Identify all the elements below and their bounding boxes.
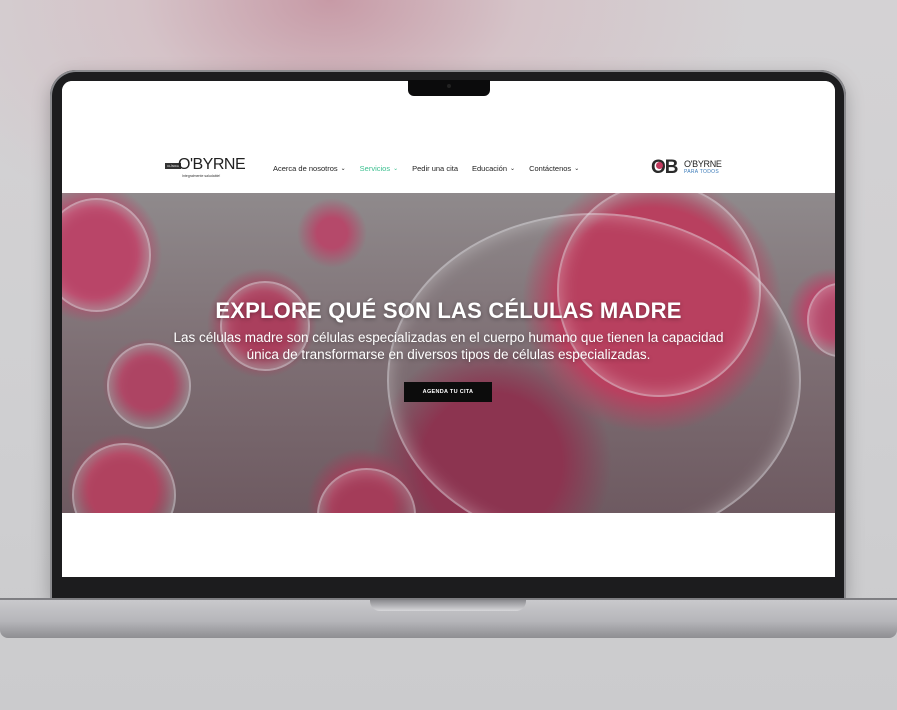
main-nav: Acerca de nosotros ⌄ Servicios ⌄ Pedir u… xyxy=(273,161,579,175)
cell-bubble xyxy=(62,198,151,312)
site-header: CLÍNICA O'BYRNE Integralmente saludable!… xyxy=(62,81,835,193)
camera-icon xyxy=(447,84,451,88)
browser-screen: CLÍNICA O'BYRNE Integralmente saludable!… xyxy=(62,81,835,577)
nav-item-servicios[interactable]: Servicios ⌄ xyxy=(360,161,398,175)
logo-name: O'BYRNE xyxy=(178,156,246,173)
content-area xyxy=(62,513,835,577)
nav-item-contactenos[interactable]: Contáctenos ⌄ xyxy=(529,161,579,175)
hero-subtitle: Las células madre son células especializ… xyxy=(173,330,724,362)
nav-label: Servicios xyxy=(359,163,391,173)
laptop-opening-notch xyxy=(370,600,526,611)
logo-right-name: O'BYRNE xyxy=(684,159,722,169)
nav-label: Educación xyxy=(472,163,508,173)
nav-item-educacion[interactable]: Educación ⌄ xyxy=(472,161,515,175)
nav-label: Acerca de nosotros xyxy=(273,163,338,173)
chevron-down-icon: ⌄ xyxy=(393,165,399,172)
obyrne-clinic-logo[interactable]: CLÍNICA O'BYRNE Integralmente saludable! xyxy=(165,156,246,183)
cell-bubble xyxy=(72,443,176,513)
hero-title: EXPLORE QUÉ SON LAS CÉLULAS MADRE xyxy=(215,298,682,323)
logo-tagline: Integralmente saludable! xyxy=(182,174,221,178)
chevron-down-icon: ⌄ xyxy=(340,165,346,172)
nav-label: Pedir una cita xyxy=(412,163,458,173)
logo-right-sub: PARA TODOS xyxy=(684,169,719,175)
nav-label: Contáctenos xyxy=(529,163,572,173)
camera-notch xyxy=(408,80,490,96)
heart-dot-icon xyxy=(656,162,663,169)
agenda-cita-button[interactable]: AGENDA TU CITA xyxy=(404,382,492,402)
nav-item-acerca[interactable]: Acerca de nosotros ⌄ xyxy=(273,161,346,175)
nav-item-pedir-cita[interactable]: Pedir una cita xyxy=(412,161,458,175)
cell-bubble xyxy=(317,468,416,513)
chevron-down-icon: ⌄ xyxy=(510,165,516,172)
hero-banner: EXPLORE QUÉ SON LAS CÉLULAS MADRE Las cé… xyxy=(62,193,835,513)
chevron-down-icon: ⌄ xyxy=(574,165,580,172)
ob-mark: OB xyxy=(651,157,678,178)
obyrne-para-todos-logo[interactable]: OB O'BYRNE PARA TODOS xyxy=(651,157,731,179)
